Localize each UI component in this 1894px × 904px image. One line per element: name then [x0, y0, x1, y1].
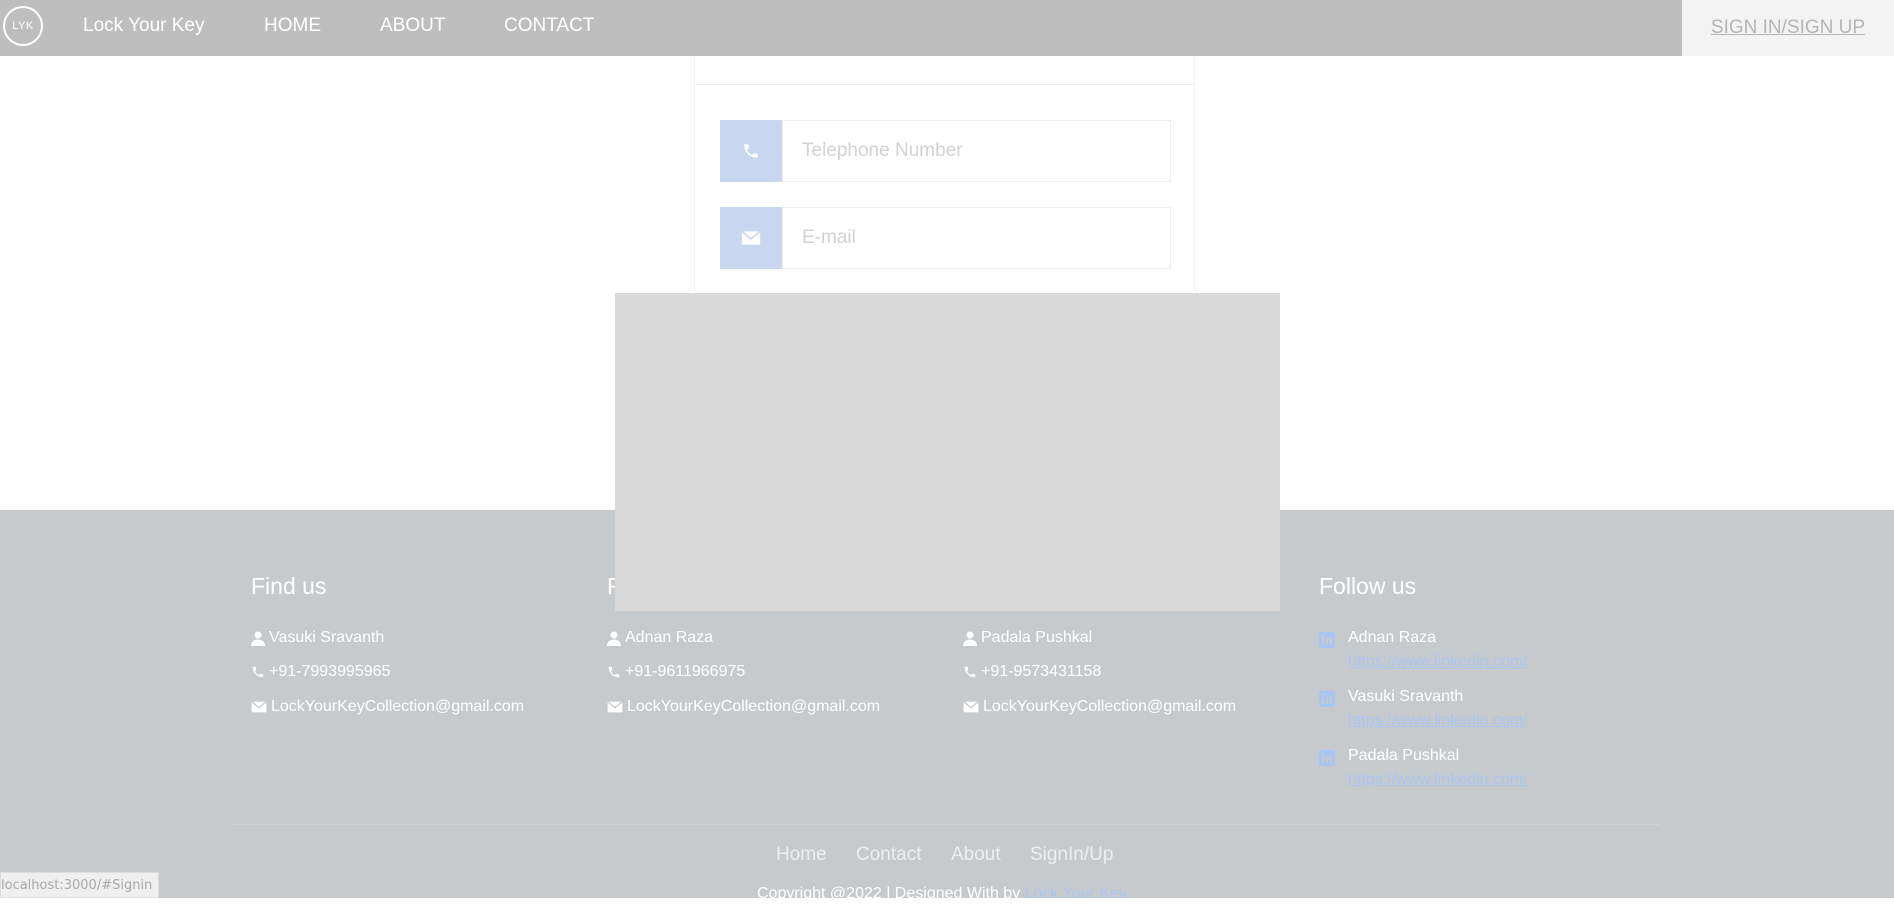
brand-title[interactable]: Lock Your Key [83, 15, 204, 37]
footer-col-title-follow-us: Follow us [1319, 573, 1417, 599]
signin-signup-link[interactable]: SIGN IN/SIGN UP [1711, 17, 1865, 39]
linkedin-icon[interactable] [1319, 632, 1335, 648]
footer-contact-email: LockYourKeyCollection@gmail.com [963, 698, 1236, 716]
card-divider [695, 84, 1194, 85]
footer-contact-email: LockYourKeyCollection@gmail.com [607, 698, 880, 716]
contact-email[interactable]: LockYourKeyCollection@gmail.com [627, 698, 880, 716]
signup-form-card [694, 56, 1195, 296]
footer-contact-phone: +91-9573431158 [963, 663, 1101, 681]
footer-link-home[interactable]: Home [776, 844, 827, 866]
navbar: LYK Lock Your Key HOME ABOUT CONTACT SIG… [0, 0, 1894, 56]
contact-phone: +91-9573431158 [981, 663, 1102, 680]
follow-linkedin-link[interactable]: https://www.linkedin.com/ [1348, 771, 1528, 789]
follow-linkedin-link[interactable]: https://www.linkedin.com/ [1348, 712, 1528, 730]
footer-link-signin[interactable]: SignIn/Up [1030, 844, 1113, 866]
contact-phone: +91-7993995965 [269, 663, 391, 680]
phone-icon [964, 666, 976, 678]
bottom-edge [0, 898, 1894, 904]
envelope-icon [251, 701, 267, 713]
signin-container: SIGN IN/SIGN UP [1682, 0, 1894, 56]
logo[interactable]: LYK [3, 6, 43, 46]
follow-name: Adnan Raza [1348, 629, 1437, 646]
footer-divider [230, 824, 1660, 825]
envelope-icon [607, 701, 623, 713]
browser-status-bar: localhost:3000/#Signin [0, 872, 160, 898]
envelope-icon [963, 701, 979, 713]
user-icon [251, 631, 265, 646]
footer-link-contact[interactable]: Contact [856, 844, 921, 866]
contact-name: Padala Pushkal [981, 629, 1093, 646]
linkedin-icon[interactable] [1319, 691, 1335, 707]
contact-name: Adnan Raza [625, 629, 714, 646]
footer-contact-name: Vasuki Sravanth [251, 629, 384, 647]
nav-home-link[interactable]: HOME [264, 15, 321, 37]
phone-icon [608, 666, 620, 678]
footer-contact-email: LockYourKeyCollection@gmail.com [251, 698, 524, 716]
linkedin-icon[interactable] [1319, 750, 1335, 766]
footer-link-about[interactable]: About [951, 844, 1001, 866]
follow-name: Padala Pushkal [1348, 747, 1460, 764]
phone-input[interactable] [782, 120, 1171, 182]
nav-contact-link[interactable]: CONTACT [504, 15, 594, 37]
footer-col-title-find-us: Find us [251, 573, 327, 599]
follow-linkedin-link[interactable]: https://www.linkedin.com/ [1348, 653, 1528, 671]
contact-phone: +91-9611966975 [625, 663, 746, 680]
footer-contact-phone: +91-7993995965 [251, 663, 390, 681]
phone-icon [252, 666, 264, 678]
user-icon [607, 631, 621, 646]
footer-contact-phone: +91-9611966975 [607, 663, 745, 681]
follow-name: Vasuki Sravanth [1348, 688, 1464, 705]
phone-icon [720, 120, 782, 182]
user-icon [963, 631, 977, 646]
footer-contact-name: Adnan Raza [607, 629, 713, 647]
contact-email[interactable]: LockYourKeyCollection@gmail.com [983, 698, 1236, 716]
nav-about-link[interactable]: ABOUT [380, 15, 445, 37]
phone-field [720, 120, 1171, 182]
email-input[interactable] [782, 207, 1171, 269]
contact-email[interactable]: LockYourKeyCollection@gmail.com [271, 698, 524, 716]
contact-name: Vasuki Sravanth [269, 629, 385, 646]
footer-contact-name: Padala Pushkal [963, 629, 1092, 647]
overlay-panel [615, 293, 1280, 611]
envelope-icon [720, 207, 782, 269]
email-field [720, 207, 1171, 269]
